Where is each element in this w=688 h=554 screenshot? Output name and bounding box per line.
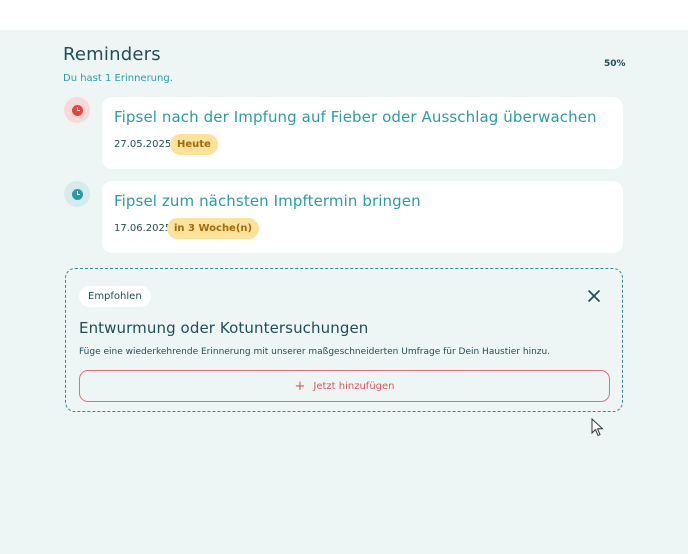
reminder-date: 27.05.2025	[114, 139, 172, 150]
top-bar	[0, 0, 688, 30]
clock-icon	[64, 181, 90, 207]
reminder-count-text: Du hast 1 Erinnerung.	[63, 73, 173, 84]
reminder-card[interactable]: Fipsel nach der Impfung auf Fieber oder …	[102, 97, 623, 169]
main-content: Reminders Du hast 1 Erinnerung. 50% Fips…	[0, 30, 688, 554]
due-badge: in 3 Woche(n)	[167, 218, 260, 239]
reminder-title: Fipsel nach der Impfung auf Fieber oder …	[114, 108, 597, 126]
progress-percent: 50%	[604, 59, 626, 69]
add-reminder-button[interactable]: + Jetzt hinzufügen	[79, 370, 610, 402]
recommendation-title: Entwurmung oder Kotuntersuchungen	[79, 319, 369, 337]
recommended-tag: Empfohlen	[79, 286, 151, 307]
reminder-card[interactable]: Fipsel zum nächsten Impftermin bringen 1…	[102, 181, 623, 253]
recommendation-description: Füge eine wiederkehrende Erinnerung mit …	[79, 347, 551, 357]
add-button-label: Jetzt hinzufügen	[313, 380, 395, 392]
reminder-title: Fipsel zum nächsten Impftermin bringen	[114, 192, 421, 210]
page-title: Reminders	[63, 44, 161, 65]
reminder-date: 17.06.2025	[114, 223, 172, 234]
close-icon[interactable]	[587, 289, 601, 303]
mouse-cursor-icon	[591, 418, 604, 437]
recommendation-panel: Empfohlen Entwurmung oder Kotuntersuchun…	[65, 268, 623, 412]
due-badge: Heute	[170, 134, 218, 155]
clock-icon	[64, 97, 90, 123]
plus-icon: +	[294, 378, 306, 394]
